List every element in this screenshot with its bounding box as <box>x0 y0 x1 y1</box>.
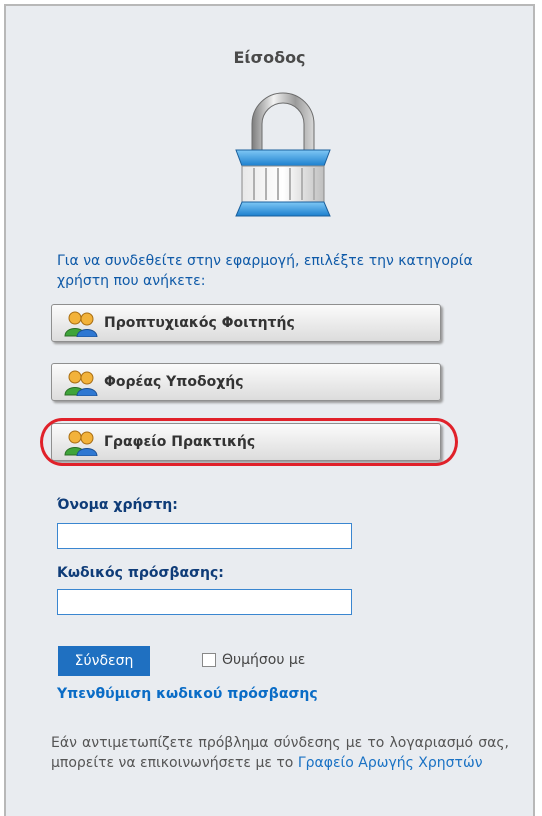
role-button-internship-office[interactable]: Γραφείο Πρακτικής <box>51 423 441 461</box>
remember-me-label: Θυμήσου με <box>222 652 306 668</box>
remember-me[interactable]: Θυμήσου με <box>202 652 305 668</box>
help-text: Εάν αντιμετωπίζετε πρόβλημα σύνδεσης με … <box>51 733 509 773</box>
login-button[interactable]: Σύνδεση <box>58 646 150 676</box>
users-icon <box>64 370 98 396</box>
role-button-label: Προπτυχιακός Φοιτητής <box>104 315 295 331</box>
remember-me-checkbox[interactable] <box>202 653 216 667</box>
role-button-host-organization[interactable]: Φορέας Υποδοχής <box>51 363 441 401</box>
username-input[interactable] <box>57 523 352 549</box>
users-icon <box>64 311 98 337</box>
padlock-icon <box>235 92 331 217</box>
login-instructions: Για να συνδεθείτε στην εφαρμογή, επιλέξτ… <box>57 253 473 289</box>
users-icon <box>64 430 98 456</box>
role-button-label: Γραφείο Πρακτικής <box>104 434 256 450</box>
helpdesk-link[interactable]: Γραφείο Αρωγής Χρηστών <box>298 755 483 771</box>
page-title: Είσοδος <box>233 48 306 67</box>
role-button-label: Φορέας Υποδοχής <box>104 374 244 390</box>
role-button-undergraduate-student[interactable]: Προπτυχιακός Φοιτητής <box>51 304 441 342</box>
username-label: Όνομα χρήστη: <box>57 497 178 513</box>
password-label: Κωδικός πρόσβασης: <box>57 565 224 581</box>
password-input[interactable] <box>57 589 352 615</box>
forgot-password-link[interactable]: Υπενθύμιση κωδικού πρόσβασης <box>57 686 318 702</box>
